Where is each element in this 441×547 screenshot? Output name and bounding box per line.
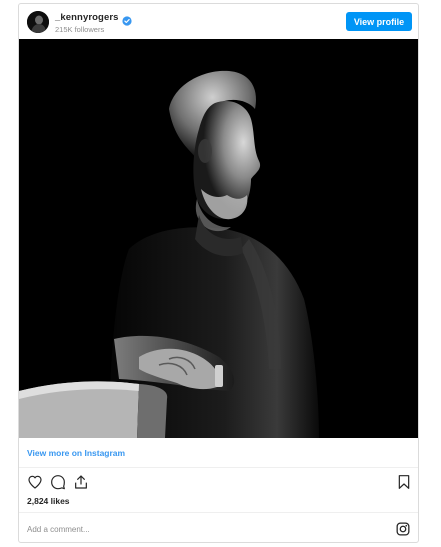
- verified-badge-icon: [121, 13, 132, 26]
- comment-row: Add a comment...: [19, 514, 418, 542]
- follower-count: 215K followers: [55, 25, 105, 34]
- bookmark-icon[interactable]: [396, 474, 412, 490]
- divider: [19, 512, 418, 513]
- share-icon[interactable]: [73, 474, 89, 490]
- divider: [19, 467, 418, 468]
- heart-icon[interactable]: [27, 474, 43, 490]
- instagram-logo-icon[interactable]: [396, 522, 410, 536]
- comment-bubble-icon[interactable]: [50, 474, 66, 490]
- view-profile-button[interactable]: View profile: [346, 12, 412, 31]
- instagram-embed-card: _kennyrogers 215K followers View profile: [18, 3, 419, 543]
- post-image[interactable]: [19, 39, 418, 438]
- post-header: _kennyrogers 215K followers View profile: [19, 4, 418, 40]
- action-bar: [19, 474, 418, 494]
- username-row: _kennyrogers: [55, 12, 132, 26]
- username[interactable]: _kennyrogers: [55, 12, 119, 23]
- like-count[interactable]: 2,824 likes: [27, 496, 70, 506]
- comment-input[interactable]: Add a comment...: [27, 525, 90, 534]
- view-more-on-instagram-link[interactable]: View more on Instagram: [27, 448, 125, 458]
- avatar[interactable]: [27, 11, 49, 33]
